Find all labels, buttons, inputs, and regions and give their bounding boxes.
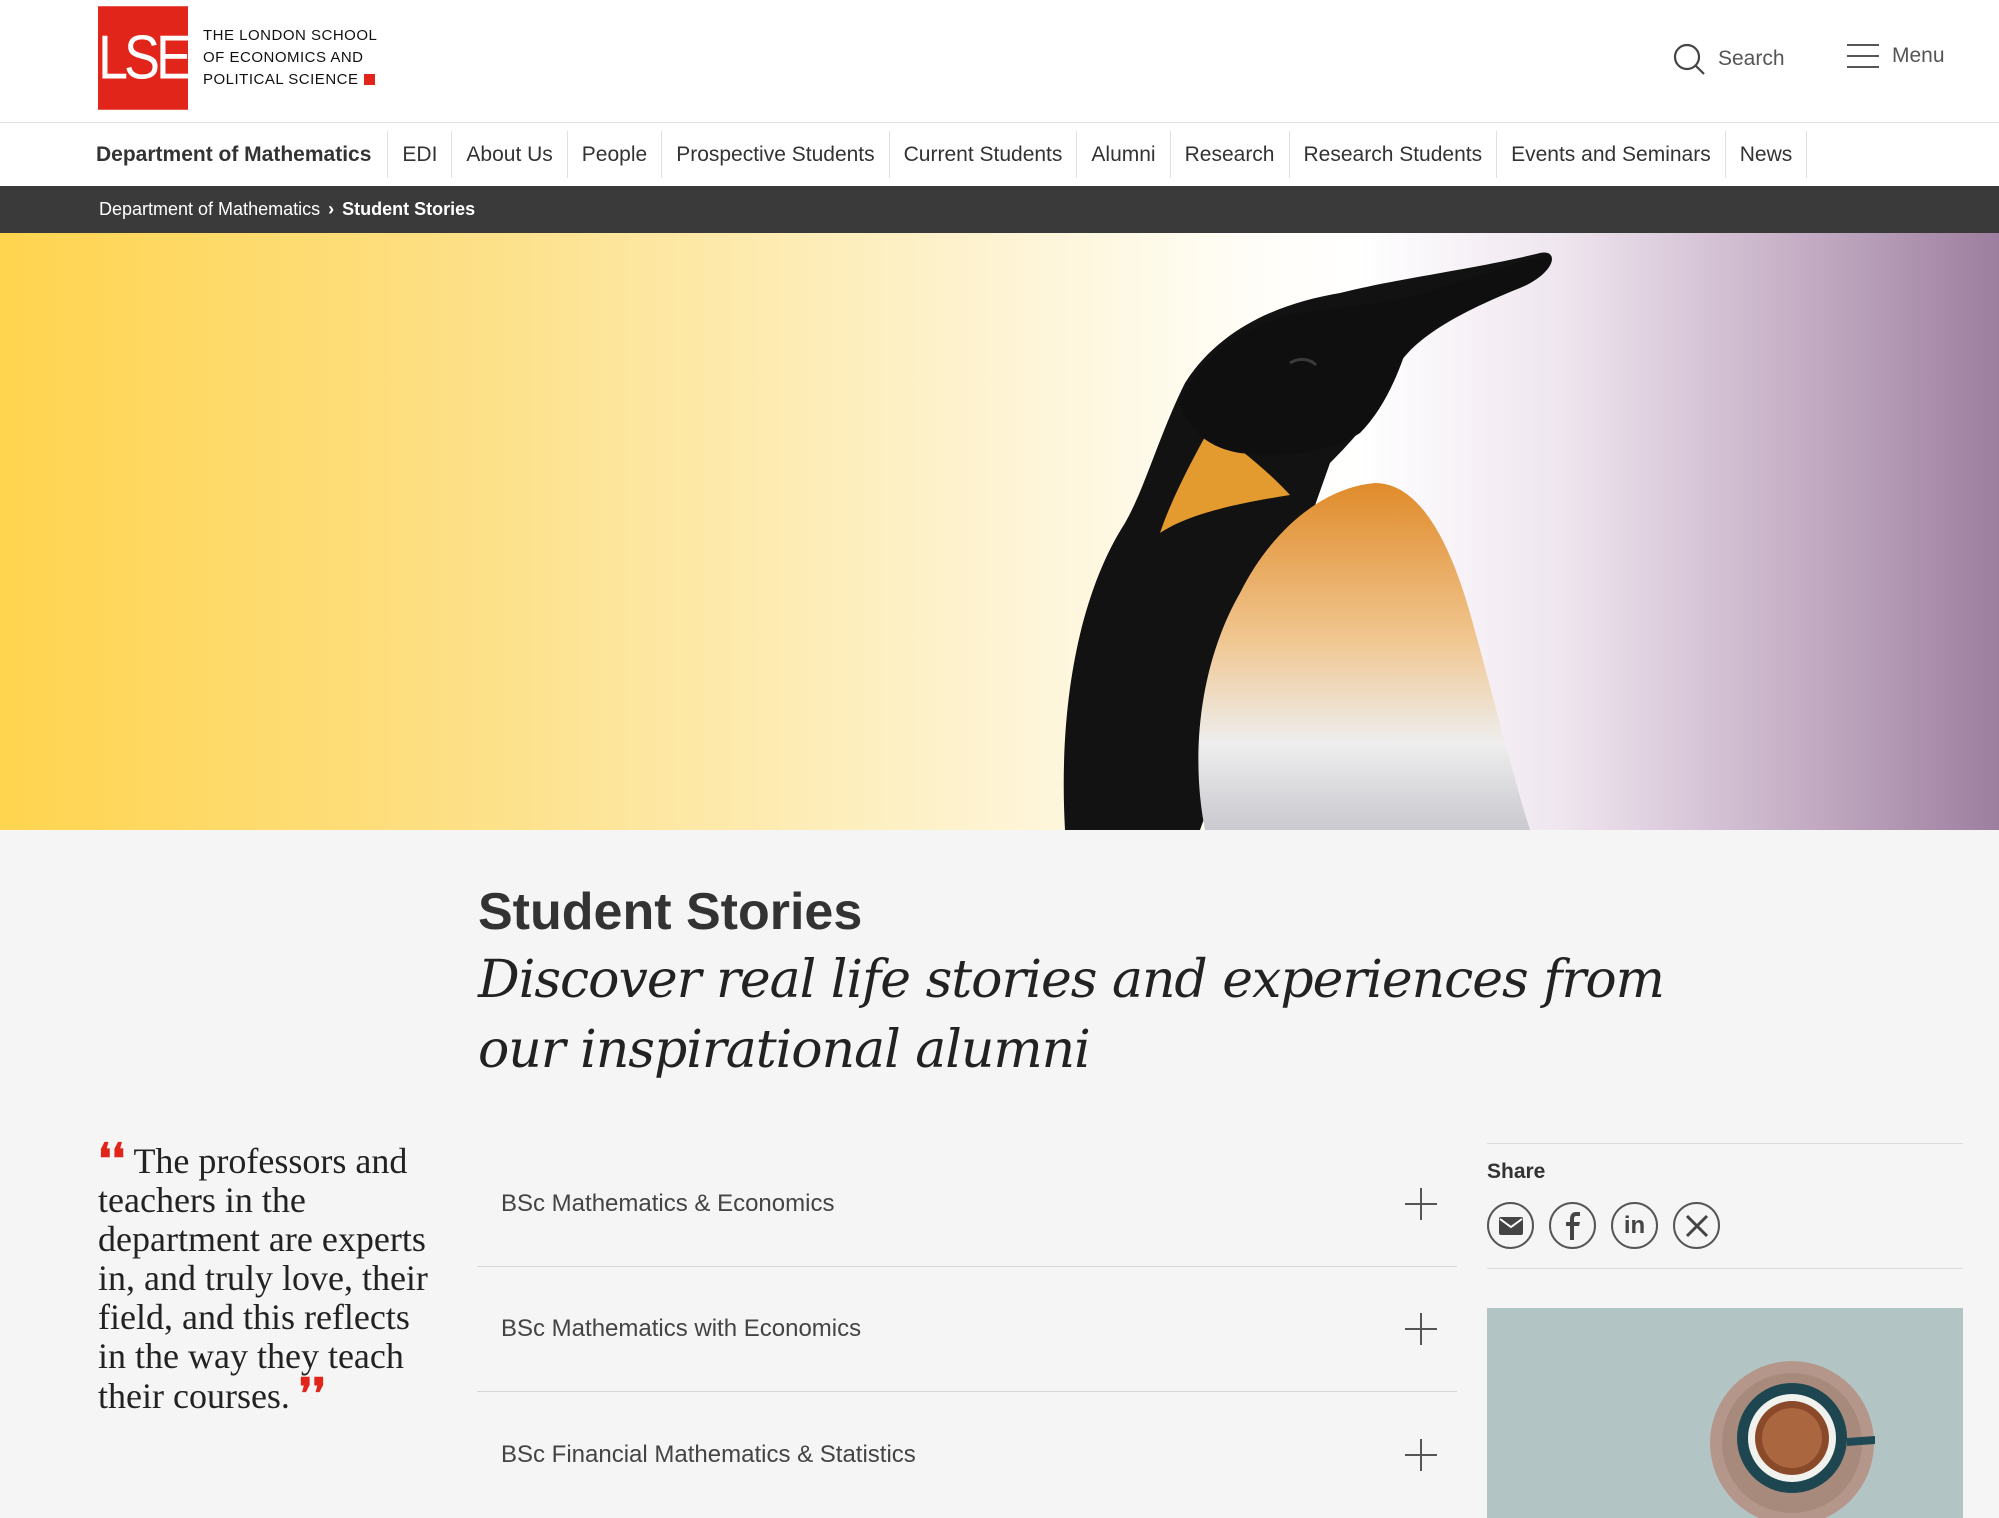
nav-item-current-students[interactable]: Current Students: [890, 131, 1078, 178]
search-icon: [1673, 43, 1705, 75]
logo-line-3-text: POLITICAL SCIENCE: [203, 71, 359, 88]
site-header: LSE THE LONDON SCHOOL OF ECONOMICS AND P…: [0, 0, 1999, 123]
menu-label: Menu: [1892, 44, 1945, 67]
page-title: Student Stories: [478, 883, 863, 941]
page-subtitle: Discover real life stories and experienc…: [478, 950, 1665, 1080]
logo-line-1: THE LONDON SCHOOL: [203, 27, 378, 44]
breadcrumb-parent-link[interactable]: Department of Mathematics: [99, 199, 320, 220]
share-icons: in: [1487, 1202, 1963, 1249]
facebook-icon[interactable]: [1549, 1202, 1596, 1249]
share-label: Share: [1487, 1160, 1546, 1183]
plus-icon: [1405, 1313, 1437, 1345]
accordion-label: BSc Mathematics with Economics: [501, 1315, 862, 1342]
search-label: Search: [1718, 47, 1785, 70]
plus-icon: [1405, 1438, 1437, 1471]
nav-item-news[interactable]: News: [1726, 131, 1808, 178]
logo-wordmark: THE LONDON SCHOOL OF ECONOMICS AND POLIT…: [203, 25, 377, 91]
plus-icon: [1405, 1188, 1437, 1220]
nav-item-people[interactable]: People: [568, 131, 663, 178]
nav-item-home[interactable]: Department of Mathematics: [84, 131, 389, 178]
email-icon[interactable]: [1487, 1202, 1534, 1249]
penguin-image: [1063, 252, 1552, 830]
nav-item-alumni[interactable]: Alumni: [1077, 131, 1171, 178]
close-quote-icon: ❜❜: [298, 1372, 327, 1418]
share-panel: Share in: [1487, 1143, 1963, 1269]
logo-line-2: OF ECONOMICS AND: [203, 49, 364, 66]
logo-square-icon: [364, 74, 376, 85]
breadcrumb-current: Student Stories: [342, 199, 476, 219]
nav-item-events-and-seminars[interactable]: Events and Seminars: [1497, 131, 1726, 178]
logo-mark: LSE: [98, 6, 192, 110]
accordion-item-maths-economics[interactable]: BSc Mathematics & Economics: [477, 1142, 1457, 1267]
nav-item-research[interactable]: Research: [1171, 131, 1290, 178]
search-button[interactable]: Search: [1672, 42, 1785, 76]
logo-line-3: POLITICAL SCIENCE: [203, 69, 377, 91]
nav-item-research-students[interactable]: Research Students: [1290, 131, 1498, 178]
chevron-right-icon: ›: [328, 199, 335, 219]
menu-button[interactable]: Menu: [1846, 42, 1945, 70]
breadcrumb: Department of Mathematics › Student Stor…: [0, 186, 1999, 233]
x-icon[interactable]: [1673, 1202, 1720, 1249]
student-quote: ❛❛ The professors and teachers in the de…: [98, 1139, 438, 1418]
programme-accordion: BSc Mathematics & Economics BSc Mathemat…: [477, 1142, 1457, 1517]
hamburger-icon: [1847, 44, 1879, 68]
accordion-label: BSc Financial Mathematics & Statistics: [501, 1440, 916, 1468]
open-quote-icon: ❛❛: [98, 1137, 126, 1183]
nav-item-about-us[interactable]: About Us: [452, 131, 568, 178]
accordion-item-maths-with-economics[interactable]: BSc Mathematics with Economics: [477, 1267, 1457, 1392]
coffee-cup-illustration: [1710, 1361, 1875, 1518]
linkedin-icon[interactable]: in: [1611, 1202, 1658, 1249]
quote-text: The professors and teachers in the depar…: [98, 1141, 428, 1416]
accordion-label: BSc Mathematics & Economics: [501, 1190, 835, 1217]
nav-item-prospective-students[interactable]: Prospective Students: [662, 131, 890, 178]
lse-logo[interactable]: LSE THE LONDON SCHOOL OF ECONOMICS AND P…: [98, 6, 377, 110]
nav-item-edi[interactable]: EDI: [388, 131, 453, 178]
accordion-item-financial-maths-statistics[interactable]: BSc Financial Mathematics & Statistics: [477, 1392, 1457, 1517]
hero-banner: [0, 233, 1999, 830]
department-nav: Department of Mathematics EDI About Us P…: [0, 123, 1999, 186]
coffee-cup-image: [1487, 1308, 1963, 1518]
